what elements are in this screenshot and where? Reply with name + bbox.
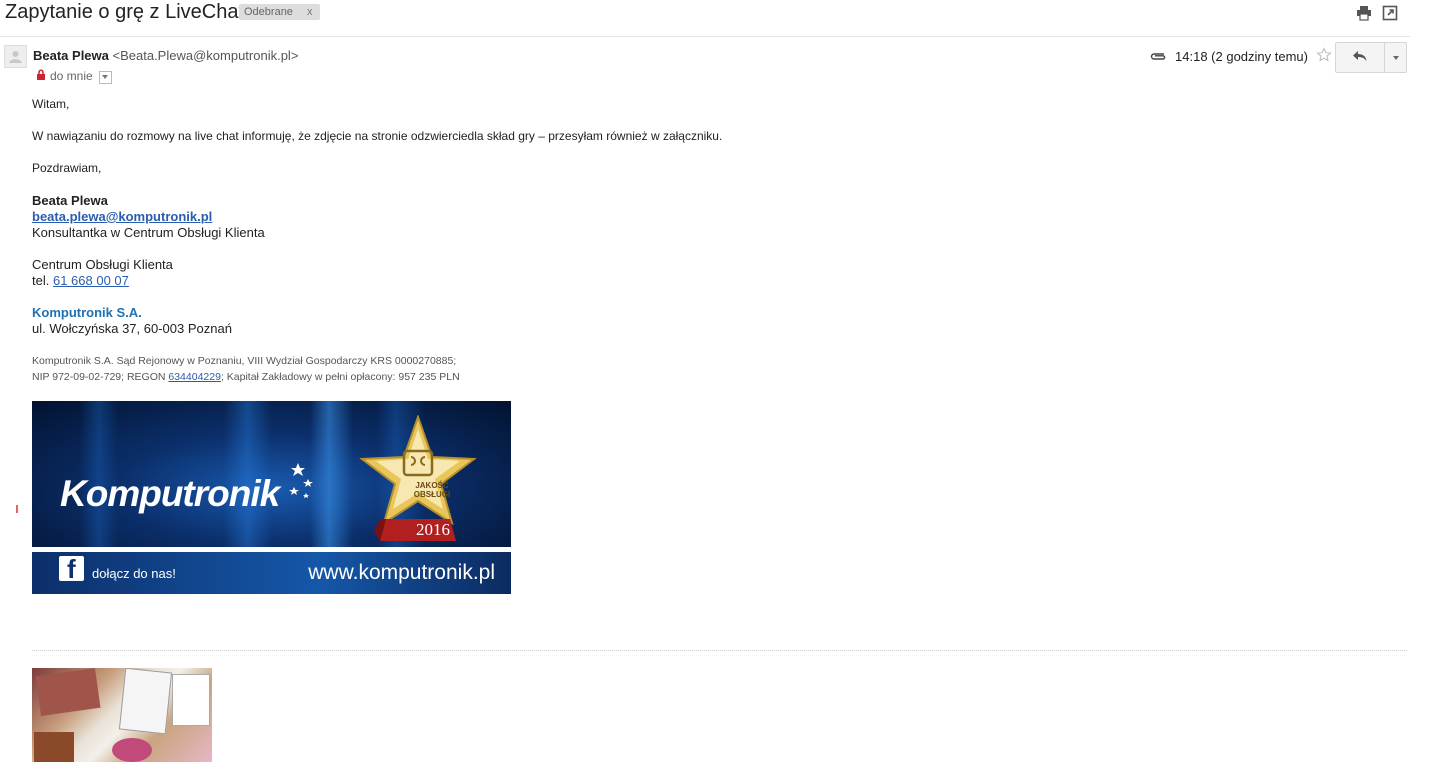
star-icon[interactable] bbox=[1316, 47, 1332, 66]
facebook-icon[interactable] bbox=[59, 554, 84, 585]
signature-name: Beata Plewa bbox=[32, 193, 108, 208]
inbox-label-chip[interactable]: Odebrane x bbox=[239, 4, 321, 20]
facebook-cta: dołącz do nas! bbox=[92, 566, 176, 581]
signature-email-link[interactable]: beata.plewa@komputronik.pl bbox=[32, 209, 212, 224]
banner-top: Komputronik JAKOŚĆ OBSŁUGI 2016 bbox=[32, 401, 511, 547]
more-actions-button[interactable] bbox=[1385, 43, 1406, 72]
top-actions bbox=[1356, 5, 1398, 21]
lock-icon bbox=[36, 69, 46, 83]
legal-line-2: NIP 972-09-02-729; REGON 634404229; Kapi… bbox=[32, 369, 460, 385]
thumb-shape bbox=[118, 668, 173, 735]
legal-footer: Komputronik S.A. Sąd Rejonowy w Poznaniu… bbox=[32, 353, 460, 385]
margin-mark bbox=[16, 505, 18, 513]
award-year: 2016 bbox=[416, 520, 450, 539]
message-paragraph: W nawiązaniu do rozmowy na live chat inf… bbox=[32, 129, 723, 143]
label-text: Odebrane bbox=[244, 6, 293, 18]
show-details-dropdown-icon[interactable] bbox=[98, 70, 112, 84]
print-icon[interactable] bbox=[1356, 5, 1372, 21]
message-meta: 14:18 (2 godziny temu) bbox=[1149, 47, 1332, 66]
thumb-shape bbox=[35, 668, 101, 716]
thumb-shape bbox=[34, 732, 74, 762]
sender-avatar bbox=[4, 45, 27, 68]
remove-label-button[interactable]: x bbox=[307, 6, 313, 18]
reply-button-group bbox=[1335, 42, 1407, 73]
sender-email: <Beata.Plewa@komputronik.pl> bbox=[112, 48, 299, 63]
award-line-1: JAKOŚĆ bbox=[415, 481, 449, 490]
sender-name[interactable]: Beata Plewa bbox=[33, 48, 109, 63]
legal-line-1: Komputronik S.A. Sąd Rejonowy w Poznaniu… bbox=[32, 355, 457, 367]
award-line-2: OBSŁUGI bbox=[413, 490, 451, 499]
signature-phone: tel. 61 668 00 07 bbox=[32, 273, 129, 289]
legal-line-2-prefix: NIP 972-09-02-729; REGON bbox=[32, 371, 169, 383]
website-text[interactable]: www.komputronik.pl bbox=[308, 561, 495, 585]
recipient-text: do mnie bbox=[50, 69, 93, 83]
greeting: Witam, bbox=[32, 97, 70, 111]
banner-bottom: dołącz do nas! www.komputronik.pl bbox=[32, 552, 511, 594]
subject-bar: Zapytanie o grę z LiveChat'a Odebrane x bbox=[0, 0, 1410, 37]
signature-role: Konsultantka w Centrum Obsługi Klienta bbox=[32, 225, 265, 240]
legal-line-2-suffix: ; Kapitał Zakładowy w pełni opłacony: 95… bbox=[220, 371, 460, 383]
signature-banner[interactable]: Komputronik JAKOŚĆ OBSŁUGI 2016 dołącz d… bbox=[32, 401, 511, 594]
thumb-shape bbox=[172, 674, 210, 726]
open-in-new-window-icon[interactable] bbox=[1382, 5, 1398, 21]
attachment-thumbnail[interactable] bbox=[32, 668, 212, 762]
closing: Pozdrawiam, bbox=[32, 161, 102, 175]
message-time: 14:18 (2 godziny temu) bbox=[1175, 49, 1308, 64]
stars-icon bbox=[289, 463, 313, 498]
phone-link[interactable]: 61 668 00 07 bbox=[53, 273, 129, 288]
reply-arrow-icon bbox=[1352, 49, 1368, 67]
recipient-row: do mnie bbox=[36, 69, 112, 84]
reply-button[interactable] bbox=[1336, 43, 1385, 72]
company-address: ul. Wołczyńska 37, 60-003 Poznań bbox=[32, 321, 232, 336]
thumb-shape bbox=[112, 738, 152, 762]
attachment-icon bbox=[1149, 49, 1167, 64]
tel-prefix: tel. bbox=[32, 273, 53, 288]
komputronik-logo: Komputronik bbox=[60, 473, 280, 514]
regon-link[interactable]: 634404229 bbox=[168, 371, 221, 383]
signature-department: Centrum Obsługi Klienta bbox=[32, 257, 173, 272]
email-subject: Zapytanie o grę z LiveChat'a bbox=[5, 1, 259, 23]
sender: Beata Plewa <Beata.Plewa@komputronik.pl> bbox=[33, 48, 298, 63]
company-name: Komputronik S.A. bbox=[32, 305, 142, 320]
attachment-divider bbox=[32, 650, 1407, 651]
